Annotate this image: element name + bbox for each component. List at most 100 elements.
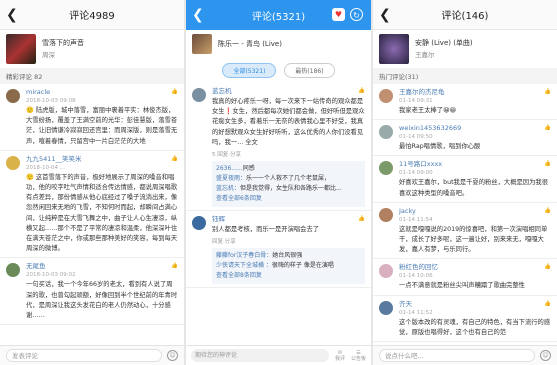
comment-text: 别人都是考核，而乐一是开演唱会去了 (212, 226, 320, 234)
avatar[interactable] (6, 263, 20, 278)
view-all-replies-link[interactable]: 查看全部8条回复 (216, 271, 361, 281)
comment-text: 这就是嘎嘎说的2019的惊喜吧，和第一次演唱相同单干，成长了好多呢，这一遍让好，… (399, 225, 548, 254)
comment-username[interactable]: 蓝忘机 (212, 87, 365, 96)
song-info[interactable]: 陈乐一 - 青鸟 (Live) (186, 30, 371, 58)
comment-body: 齐天 01-14 11:52 这个版本改的有灵魂，有自己的特色，有当下流行的感觉，原… (399, 300, 551, 338)
avatar[interactable] (192, 88, 206, 102)
comment-body: 蓝忘机 我真的好心疼乐一呀，每一次来下一站传奇的观众都是女生❗女生，然后都每次她们… (212, 87, 365, 208)
comment-time: 2018-10-03 09:08 (26, 98, 76, 104)
avatar[interactable] (379, 161, 393, 176)
comment-item: 无尾鱼 2018-10-03 09:02 一句买话，我一个今年66岁的老太，看到有人… (0, 258, 184, 326)
comments-panel-2: ❮ 评论(5321) ♥ ↻ 陈乐一 - 青鸟 (Live) 全部(5321) … (186, 0, 371, 365)
comment-bar: 发表评论 ☺ (0, 345, 184, 365)
like-icon[interactable]: 👍 (171, 89, 178, 95)
comment-username[interactable]: 王嘉尔的杰尼龟 (399, 88, 551, 97)
song-name: 安静 (Live) (单曲) (415, 39, 473, 47)
comment-bar: 期待您的神评论 ✉ 我评 ☰ 公告板 (186, 345, 371, 365)
like-icon[interactable]: 👍 (358, 88, 365, 94)
back-arrow-icon[interactable]: ❮ (379, 7, 393, 23)
comment-username[interactable]: miracle (26, 88, 178, 97)
comment-username[interactable]: weixin1453632669 (399, 124, 551, 133)
like-icon[interactable]: 👍 (544, 208, 551, 214)
comment-item: 粉红色的回忆 01-14 10:06 一点不满意就是粉丝尖叫声糟蹋了歌曲完整性 👍 (373, 259, 557, 296)
comment-text: 一点不满意就是粉丝尖叫声糟蹋了歌曲完整性 (399, 282, 525, 290)
comment-username[interactable]: 无尾鱼 (26, 262, 178, 271)
avatar[interactable] (379, 207, 393, 222)
comment-username[interactable]: 钰辉 (212, 215, 365, 224)
page-title: 评论(146) (441, 11, 489, 22)
comment-input[interactable]: 发表评论 (6, 349, 162, 362)
comment-body: 粉红色的回忆 01-14 10:06 一点不满意就是粉丝尖叫声糟蹋了歌曲完整性 (399, 263, 551, 291)
album-cover (379, 34, 409, 64)
comment-time: 01-14 09:31 (399, 98, 433, 104)
like-icon[interactable]: 👍 (544, 125, 551, 131)
comment-username[interactable]: 粉红色的回忆 (399, 263, 551, 272)
comment-item: 九九5411__笑笑米 2018-10-04 ... 🙂 这首雪落下的声音，极好地展… (0, 151, 184, 259)
reply-line: 盛夏夜雨：乐一一个人救不了几个老鼠屎， (216, 174, 361, 184)
comment-time: 01-14 09:50 (399, 134, 433, 141)
like-icon[interactable]: 👍 (544, 264, 551, 270)
reply-username[interactable]: 少侠请天下全城横 ： (216, 262, 272, 269)
comment-username[interactable]: 九九5411__笑笑米 (26, 155, 178, 164)
emoji-icon[interactable]: ☺ (167, 350, 178, 361)
avatar[interactable] (379, 89, 393, 103)
avatar[interactable] (6, 155, 20, 170)
comment-input[interactable]: 期待您的神评论 (191, 349, 329, 362)
filter-tabs: 全部(5321) 最热(186) (186, 58, 371, 83)
comment-text: 🙂 这首雪落下的声音，极好地展示了周深的嗓音和唱功，他的咬字吐气声情和适合传达情… (26, 173, 178, 253)
comment-username[interactable]: 11号路口xxxx (399, 160, 551, 169)
nav-header: ❮ 评论4989 (0, 0, 184, 30)
comments-panel-3: ❮ 评论(146) 安静 (Live) (单曲) 王嘉尔 热门评论(31) 王嘉… (373, 0, 557, 365)
share-icon[interactable]: ↻ (350, 8, 363, 21)
comment-item: weixin1453632669 01-14 09:50 最怕Rap唱情歌，唱到你心… (373, 120, 557, 157)
avatar[interactable] (192, 216, 206, 231)
song-info[interactable]: 雪落下的声音 周深 (0, 30, 184, 68)
like-icon[interactable]: 👍 (544, 301, 551, 307)
comment-time: 2018-10-03 09:02 (26, 272, 76, 279)
avatar[interactable] (379, 300, 393, 315)
like-icon[interactable]: 👍 (358, 216, 365, 222)
avatar[interactable] (6, 89, 20, 103)
comment-item: 钰辉别人都是考核，而乐一是开演唱会去了回复·分享藤藤for汉子春白骨：她台风很强… (186, 211, 371, 289)
reply-username[interactable]: 盛夏夜雨： (216, 175, 246, 182)
tab-hot[interactable]: 最热(186) (284, 63, 335, 78)
avatar[interactable] (379, 264, 393, 279)
section-label: 精彩评论 82 (0, 68, 184, 84)
comment-item: 11号路口xxxx 01-14 09:00 好喜欢王嘉尔，but我是千耍的粉丝，大概… (373, 156, 557, 203)
comment-body: Jacky 01-14 11:54 这就是嘎嘎说的2019的惊喜吧，和第一次演唱相同… (399, 207, 551, 256)
song-name: 陈乐一 - 青鸟 (Live) (218, 40, 282, 48)
view-all-replies-link[interactable]: 查看全部6条回复 (216, 194, 361, 204)
comment-bar: 说点什么吧... ☺ (373, 345, 557, 365)
comment-username[interactable]: Jacky (399, 207, 551, 216)
comment-time: 01-14 09:00 (399, 170, 433, 177)
comment-icon[interactable]: ✉ 我评 (335, 350, 345, 362)
avatar[interactable] (379, 125, 393, 140)
comment-username[interactable]: 齐天 (399, 300, 551, 309)
comment-input[interactable]: 说点什么吧... (379, 349, 535, 362)
comment-actions[interactable]: 5 回复·分享 (212, 150, 365, 158)
emoji-icon[interactable]: ☺ (540, 350, 551, 361)
tab-all[interactable]: 全部(5321) (222, 63, 277, 78)
reply-username[interactable]: 藤藤for汉子春白骨： (216, 252, 272, 259)
favorite-icon[interactable]: ♥ (332, 8, 345, 21)
like-icon[interactable]: 👍 (544, 161, 551, 167)
like-icon[interactable]: 👍 (171, 156, 178, 162)
like-icon[interactable]: 👍 (171, 263, 178, 269)
like-icon[interactable]: 👍 (544, 89, 551, 95)
comment-item: 王嘉尔的杰尼龟 01-14 09:31 我家老王太棒了😀😀 👍 (373, 84, 557, 121)
comments-panel-1: ❮ 评论4989 雪落下的声音 周深 精彩评论 82 miracle 2018-1… (0, 0, 184, 365)
reply-text: 同感 (242, 165, 255, 173)
board-icon[interactable]: ☰ 公告板 (351, 350, 366, 362)
song-info[interactable]: 安静 (Live) (单曲) 王嘉尔 (373, 30, 557, 68)
back-arrow-icon[interactable]: ❮ (192, 7, 206, 23)
comment-actions[interactable]: 回复·分享 (212, 237, 365, 245)
nav-header: ❮ 评论(146) (373, 0, 557, 30)
reply-line: 蓝忘机：但是我觉得，女生队和各路乐一都比... (216, 184, 361, 194)
reply-username[interactable]: 2636...... (216, 165, 243, 172)
reply-box: 藤藤for汉子春白骨：她台风很强 少侠请天下全城横 ：很嗨的样子 像是在演唱 查看全… (212, 248, 365, 285)
section-label: 热门评论(31) (373, 68, 557, 84)
back-arrow-icon[interactable]: ❮ (6, 7, 20, 23)
page-title: 评论4989 (69, 11, 115, 22)
reply-username[interactable]: 蓝忘机： (216, 185, 240, 192)
comment-body: miracle 2018-10-03 09:08 🙂 陆虎版，城中落雪，富丽中裹着平… (26, 88, 178, 147)
